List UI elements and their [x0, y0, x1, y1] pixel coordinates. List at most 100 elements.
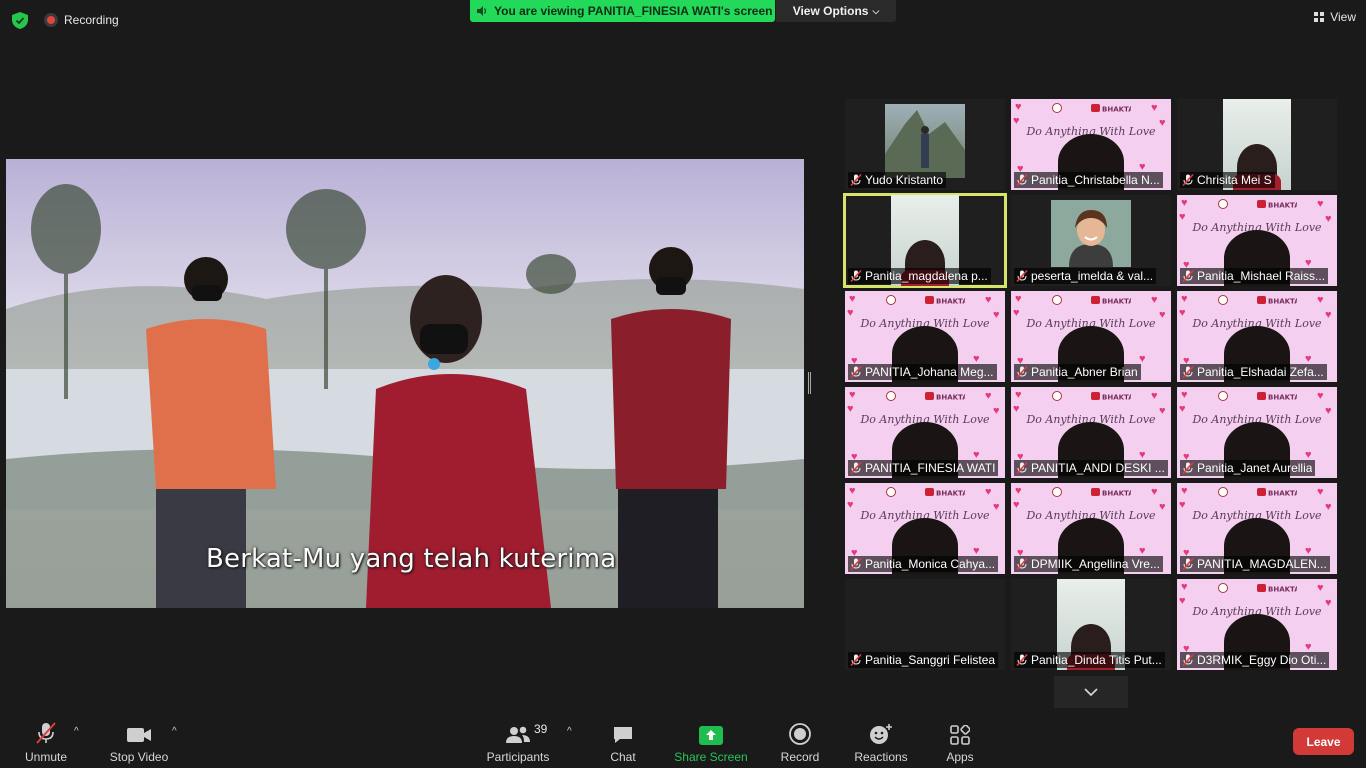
next-page-button[interactable]	[1054, 676, 1128, 708]
heart-icon: ♥	[985, 486, 992, 498]
security-shield-icon[interactable]	[12, 12, 28, 29]
participant-tile[interactable]: Yudo Kristanto	[845, 99, 1005, 190]
event-logo-text: BHAKTA	[1102, 490, 1131, 498]
participant-name: Panitia_Abner Brian	[1031, 365, 1138, 379]
participant-tile[interactable]: Chrisita Mei S	[1177, 99, 1337, 190]
microphone-muted-icon	[36, 722, 56, 744]
participant-name-label: PANITIA_ANDI DESKI ...	[1014, 460, 1168, 476]
event-logo-text: BHAKTA	[1102, 298, 1131, 306]
participant-name-label: D3RMIK_Eggy Dio Oti...	[1180, 652, 1330, 668]
participant-name: D3RMIK_Eggy Dio Oti...	[1197, 653, 1327, 667]
participant-name-label: peserta_imelda & val...	[1014, 268, 1157, 284]
shared-screen[interactable]: Berkat-Mu yang telah kuterima	[6, 159, 804, 608]
microphone-muted-icon	[850, 558, 862, 570]
participant-tile[interactable]: ♥ ♥ ♥ ♥ ♥ ♥ BHAKTA Do Anything With Love DPMIIK_…	[1011, 483, 1171, 574]
event-logo: BHAKTA	[1218, 391, 1297, 401]
participant-name-label: DPMIIK_Angellina Vre...	[1014, 556, 1163, 572]
participants-options-caret[interactable]: ^	[567, 726, 572, 737]
shared-screen-video	[6, 159, 804, 608]
record-button[interactable]: Record	[778, 718, 822, 764]
participant-tile[interactable]: peserta_imelda & val...	[1011, 195, 1171, 286]
microphone-muted-icon	[1182, 654, 1194, 666]
heart-icon: ♥	[1015, 485, 1022, 497]
participant-name: Panitia_Janet Aurellia	[1197, 461, 1313, 475]
share-screen-label: Share Screen	[674, 750, 748, 764]
microphone-muted-icon	[850, 654, 862, 666]
microphone-muted-icon	[850, 462, 862, 474]
participant-tile[interactable]: ♥ ♥ ♥ ♥ ♥ ♥ BHAKTA Do Anything With Love PANITIA…	[1177, 483, 1337, 574]
event-logo: BHAKTA	[1052, 487, 1131, 498]
event-logo-text: BHAKTA	[1268, 298, 1297, 306]
participant-name: Panitia_Elshadai Zefa...	[1197, 365, 1324, 379]
participant-name-label: PANITIA_FINESIA WATI	[848, 460, 999, 476]
participant-name: Panitia_Dinda Titis Put...	[1031, 653, 1162, 667]
unmute-button[interactable]: Unmute	[22, 718, 70, 764]
participant-name-label: Panitia_Janet Aurellia	[1180, 460, 1316, 476]
share-screen-button[interactable]: Share Screen	[674, 718, 748, 764]
microphone-muted-icon	[1016, 558, 1028, 570]
view-options-label: View Options	[792, 4, 869, 18]
heart-icon: ♥	[1181, 293, 1188, 305]
panel-resize-handle[interactable]	[808, 372, 811, 394]
event-logo-text: BHAKTA	[936, 394, 965, 402]
participant-tile[interactable]: ♥ ♥ ♥ ♥ ♥ ♥ BHAKTA Do Anything With Love Panitia…	[1011, 291, 1171, 382]
event-logo: BHAKTA	[1218, 295, 1297, 306]
microphone-muted-icon	[1016, 366, 1028, 378]
participant-tile[interactable]: ♥ ♥ ♥ ♥ ♥ ♥ BHAKTA Do Anything With Love PANITIA…	[845, 387, 1005, 478]
heart-icon: ♥	[1015, 293, 1022, 305]
microphone-muted-icon	[1182, 558, 1194, 570]
heart-icon: ♥	[1015, 389, 1022, 401]
event-logo: BHAKTA	[1052, 391, 1131, 402]
participant-name: DPMIIK_Angellina Vre...	[1031, 557, 1160, 571]
participant-tile[interactable]: ♥ ♥ ♥ ♥ ♥ ♥ BHAKTA Do Anything With Love Panitia…	[1177, 291, 1337, 382]
participants-label: Participants	[486, 750, 550, 764]
participant-name: PANITIA_MAGDALEN...	[1197, 557, 1327, 571]
microphone-muted-icon	[850, 270, 862, 282]
chat-button[interactable]: Chat	[604, 718, 642, 764]
apps-button[interactable]: Apps	[942, 718, 978, 764]
participant-name: Panitia_Christabella N...	[1031, 173, 1160, 187]
recording-label: Recording	[64, 13, 119, 27]
participant-tile[interactable]: ♥ ♥ ♥ ♥ ♥ ♥ BHAKTA Do Anything With Love Panitia…	[1177, 387, 1337, 478]
microphone-muted-icon	[1182, 174, 1194, 186]
microphone-muted-icon	[1182, 462, 1194, 474]
participant-name: Panitia_magdalena p...	[865, 269, 988, 283]
participant-tile[interactable]: ♥ ♥ ♥ ♥ ♥ ♥ BHAKTA Do Anything With Love PANITIA…	[1011, 387, 1171, 478]
participant-name-label: PANITIA_MAGDALEN...	[1180, 556, 1330, 572]
event-logo-text: BHAKTA	[1102, 394, 1131, 402]
heart-icon: ♥	[1151, 390, 1158, 402]
stop-video-button[interactable]: Stop Video	[106, 718, 172, 764]
heart-icon: ♥	[1317, 390, 1324, 402]
heart-icon: ♥	[985, 390, 992, 402]
microphone-muted-icon	[850, 174, 862, 186]
heart-icon: ♥	[849, 389, 856, 401]
leave-button[interactable]: Leave	[1293, 728, 1354, 755]
participant-name-label: Panitia_magdalena p...	[848, 268, 991, 284]
event-logo-text: BHAKTA	[1268, 202, 1297, 210]
heart-icon: ♥	[1317, 582, 1324, 594]
event-logo: BHAKTA	[1052, 103, 1131, 113]
video-options-caret[interactable]: ^	[172, 726, 177, 737]
chevron-down-icon: ⌵	[872, 5, 880, 16]
participant-tile[interactable]: ♥ ♥ ♥ ♥ ♥ ♥ BHAKTA Do Anything With Love D3RMIK_…	[1177, 579, 1337, 670]
participant-tile[interactable]: ♥ ♥ ♥ ♥ ♥ ♥ BHAKTA Do Anything With Love Panitia…	[1177, 195, 1337, 286]
microphone-muted-icon	[1182, 366, 1194, 378]
audio-options-caret[interactable]: ^	[74, 726, 79, 737]
event-logo: BHAKTA	[886, 295, 965, 305]
participant-tile[interactable]: ♥ ♥ ♥ ♥ ♥ ♥ BHAKTA Do Anything With Love Panitia…	[1011, 99, 1171, 190]
reactions-button[interactable]: Reactions	[852, 718, 910, 764]
participant-name-label: Panitia_Sanggri Felistea	[848, 652, 999, 668]
recording-indicator[interactable]: Recording	[44, 13, 119, 27]
participant-tile[interactable]: ♥ ♥ ♥ ♥ ♥ ♥ BHAKTA Do Anything With Love Panitia…	[845, 483, 1005, 574]
heart-icon: ♥	[1181, 389, 1188, 401]
reactions-smiley-icon	[870, 724, 892, 744]
heart-icon: ♥	[1317, 486, 1324, 498]
participant-tile[interactable]: ♥ ♥ ♥ ♥ ♥ ♥ BHAKTA Do Anything With Love PANITIA…	[845, 291, 1005, 382]
view-button[interactable]: View	[1314, 10, 1356, 24]
event-logo: BHAKTA	[886, 391, 965, 402]
participant-tile[interactable]: Panitia_Dinda Titis Put...	[1011, 579, 1171, 670]
participant-tile[interactable]: Panitia_magdalena p...	[843, 193, 1007, 288]
chat-bubble-icon	[614, 727, 632, 743]
participant-tile[interactable]: Panitia_Sanggri Felistea	[845, 579, 1005, 670]
view-options-button[interactable]: View Options ⌵	[776, 0, 896, 22]
